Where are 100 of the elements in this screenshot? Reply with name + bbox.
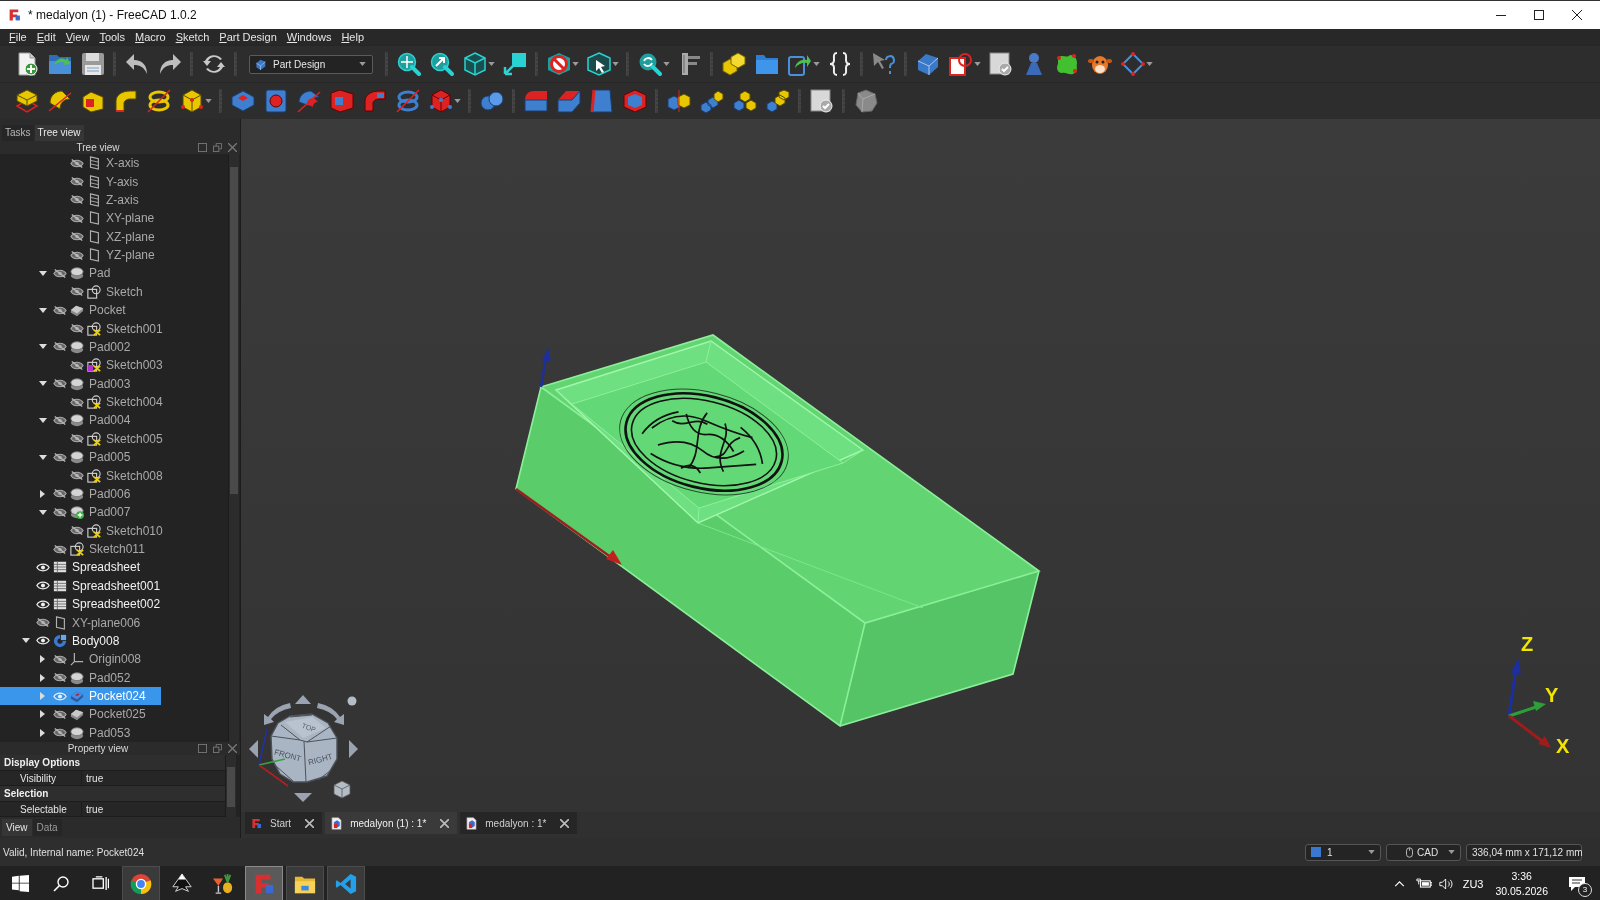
- block-ring-icon[interactable]: [732, 89, 757, 113]
- caret-icon[interactable]: [1146, 62, 1153, 66]
- cubes-icon[interactable]: [721, 52, 746, 76]
- tree-item[interactable]: XY-plane: [0, 209, 170, 228]
- chevron-up-icon[interactable]: [1393, 880, 1405, 887]
- document-tab[interactable]: medalyon : 1*: [460, 812, 578, 834]
- cube-icon[interactable]: [462, 52, 487, 76]
- spiral-icon[interactable]: [146, 89, 171, 113]
- eye-crossed-icon[interactable]: [53, 489, 67, 499]
- tree-item[interactable]: Pad004: [0, 411, 146, 430]
- menu-item[interactable]: Macro: [130, 30, 171, 44]
- eye-icon[interactable]: [36, 562, 50, 572]
- eye-crossed-icon[interactable]: [53, 342, 67, 352]
- slanted-box-icon[interactable]: [589, 89, 614, 113]
- bent-cut-icon[interactable]: [362, 89, 387, 113]
- eye-crossed-icon[interactable]: [70, 287, 84, 297]
- sketch-icon[interactable]: [948, 52, 973, 76]
- blob-icon[interactable]: [1054, 52, 1079, 76]
- tree-item[interactable]: Pad007: [0, 503, 146, 522]
- block-row-icon[interactable]: [699, 89, 724, 113]
- eye-crossed-icon[interactable]: [70, 158, 84, 168]
- solid-icon[interactable]: [915, 52, 940, 76]
- menu-item[interactable]: Edit: [31, 30, 61, 44]
- bent-tube-icon[interactable]: [113, 89, 138, 113]
- magnifier-refresh-icon[interactable]: [637, 52, 662, 76]
- caret-down-icon[interactable]: [38, 454, 47, 460]
- close-icon[interactable]: [560, 818, 570, 828]
- caret-icon[interactable]: [454, 99, 461, 103]
- tree-item[interactable]: X-axis: [0, 154, 155, 173]
- curved-cut-icon[interactable]: [296, 89, 321, 113]
- arrow-down-icon[interactable]: [294, 793, 312, 802]
- caret-down-icon[interactable]: [38, 417, 47, 423]
- save-icon[interactable]: [80, 52, 105, 76]
- caret-down-icon[interactable]: [38, 307, 47, 313]
- dropdown[interactable]: 1: [1305, 843, 1381, 861]
- eye-crossed-icon[interactable]: [70, 397, 84, 407]
- arrow-left-icon[interactable]: [249, 740, 258, 758]
- tree-item[interactable]: Pocket025: [0, 705, 161, 724]
- battery-plug-icon[interactable]: [1415, 878, 1432, 889]
- magnifier-arrow-icon[interactable]: [429, 52, 454, 76]
- caret-right-icon[interactable]: [40, 673, 45, 682]
- caret-right-icon[interactable]: [40, 489, 45, 498]
- tree-item[interactable]: Pad052: [0, 668, 146, 687]
- cube-icon[interactable]: [179, 89, 204, 113]
- tree-item[interactable]: Pad053: [0, 723, 146, 742]
- close-icon[interactable]: [305, 818, 315, 828]
- taskbar-app[interactable]: [122, 866, 160, 900]
- tree-item[interactable]: Pocket: [0, 301, 141, 320]
- eye-crossed-icon[interactable]: [70, 324, 84, 334]
- tree-item[interactable]: XZ-plane: [0, 227, 170, 246]
- menu-item[interactable]: Part Design: [214, 30, 282, 44]
- caret-down-icon[interactable]: [21, 638, 30, 644]
- eye-crossed-icon[interactable]: [70, 471, 84, 481]
- maximize-icon[interactable]: [1534, 10, 1544, 20]
- curved-arrow-icon[interactable]: [317, 703, 344, 725]
- scrollbar-thumb[interactable]: [227, 767, 235, 807]
- tapered-cut-icon[interactable]: [329, 89, 354, 113]
- eye-crossed-icon[interactable]: [53, 379, 67, 389]
- open-folder-icon[interactable]: [47, 52, 72, 76]
- tree-item[interactable]: Sketch008: [0, 466, 178, 485]
- eye-crossed-icon[interactable]: [70, 526, 84, 536]
- eye-icon[interactable]: [36, 599, 50, 609]
- tree-item[interactable]: Origin008: [0, 650, 157, 669]
- tapered-solid-icon[interactable]: [80, 89, 105, 113]
- tree-item[interactable]: Pad: [0, 264, 126, 283]
- minimize-icon[interactable]: [1496, 14, 1506, 16]
- menu-item[interactable]: Windows: [281, 30, 337, 44]
- taskbar-app[interactable]: [327, 866, 365, 900]
- clock[interactable]: 3:36 30.05.2026: [1495, 868, 1548, 899]
- tree-item[interactable]: XY-plane006: [0, 613, 156, 632]
- speaker-icon[interactable]: [1438, 877, 1454, 890]
- eye-crossed-icon[interactable]: [53, 654, 67, 664]
- rounded-edge-icon[interactable]: [523, 89, 548, 113]
- spiral-icon[interactable]: [395, 89, 420, 113]
- eye-crossed-icon[interactable]: [70, 232, 84, 242]
- tree-item[interactable]: Pad006: [0, 484, 146, 504]
- tree-item[interactable]: YZ-plane: [0, 245, 170, 265]
- magnifier-icon[interactable]: [396, 52, 421, 76]
- document-tab[interactable]: medalyon (1) : 1*: [325, 812, 458, 834]
- eye-crossed-icon[interactable]: [53, 268, 67, 278]
- tree-item[interactable]: Pad002: [0, 337, 146, 357]
- caret-icon[interactable]: [572, 62, 579, 66]
- eye-crossed-icon[interactable]: [53, 452, 67, 462]
- curved-solid-icon[interactable]: [47, 89, 72, 113]
- menu-item[interactable]: Sketch: [170, 30, 215, 44]
- search-icon[interactable]: [53, 875, 69, 892]
- restore-icon[interactable]: [213, 744, 222, 753]
- caret-icon[interactable]: [612, 62, 619, 66]
- tree-item[interactable]: Sketch011: [0, 539, 160, 559]
- tree-item[interactable]: Sketch003: [0, 356, 178, 375]
- caret-icon[interactable]: [663, 62, 670, 66]
- caret-right-icon[interactable]: [40, 710, 45, 719]
- refresh-icon[interactable]: [201, 52, 226, 76]
- restore-icon[interactable]: [213, 143, 222, 152]
- eye-crossed-icon[interactable]: [53, 673, 67, 683]
- check-page-icon[interactable]: [809, 89, 834, 113]
- eye-crossed-icon[interactable]: [53, 415, 67, 425]
- tree-item[interactable]: Sketch: [0, 282, 158, 301]
- panel-tab[interactable]: Tree view: [34, 125, 84, 141]
- tree-item[interactable]: Spreadsheet: [0, 558, 156, 577]
